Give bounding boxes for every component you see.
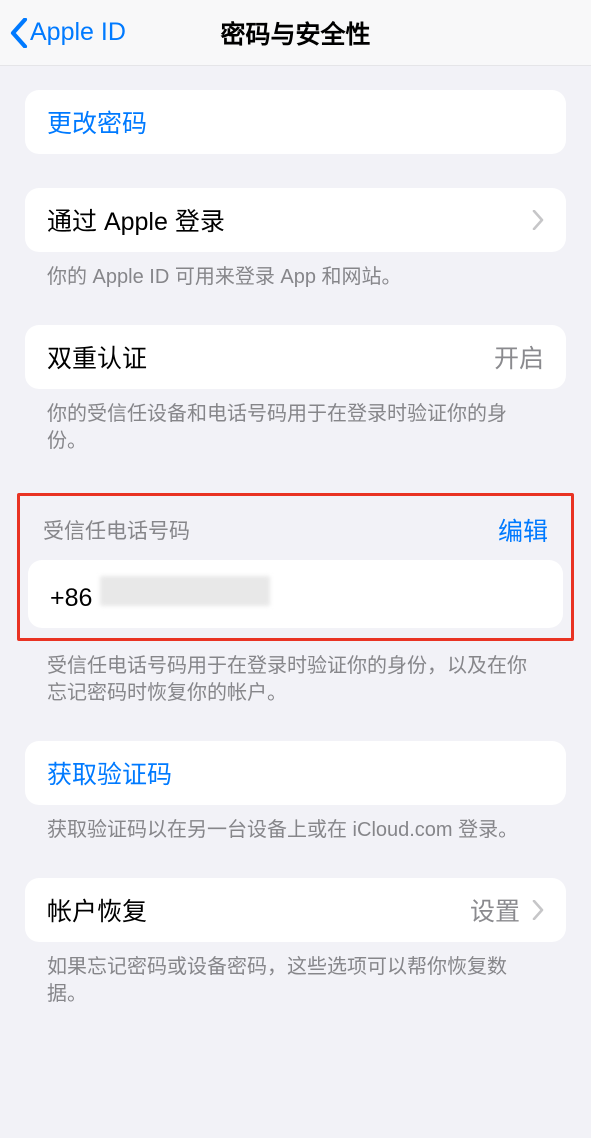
- trusted-phone-row[interactable]: +86: [28, 560, 563, 628]
- trusted-phone-header: 受信任电话号码: [43, 515, 190, 545]
- page-title: 密码与安全性: [220, 15, 370, 51]
- trusted-phone-prefix: +86: [50, 584, 92, 613]
- sign-in-with-apple-row[interactable]: 通过 Apple 登录: [25, 188, 566, 252]
- highlight-annotation: 受信任电话号码 编辑 +86: [17, 493, 574, 641]
- trusted-phone-edit-button[interactable]: 编辑: [498, 512, 548, 548]
- two-factor-status: 开启: [494, 339, 544, 375]
- change-password-label: 更改密码: [47, 104, 147, 140]
- chevron-right-icon: [532, 210, 544, 230]
- account-recovery-row[interactable]: 帐户恢复 设置: [25, 878, 566, 942]
- two-factor-row[interactable]: 双重认证 开启: [25, 325, 566, 389]
- chevron-left-icon: [10, 18, 28, 48]
- trusted-phone-redacted: [100, 576, 270, 606]
- sign-in-with-apple-footer: 你的 Apple ID 可用来登录 App 和网站。: [25, 252, 566, 291]
- sign-in-with-apple-label: 通过 Apple 登录: [47, 202, 225, 238]
- chevron-right-icon: [532, 900, 544, 920]
- get-verification-code-row[interactable]: 获取验证码: [25, 741, 566, 805]
- get-verification-code-label: 获取验证码: [47, 755, 172, 791]
- trusted-phone-footer: 受信任电话号码用于在登录时验证你的身份，以及在你忘记密码时恢复你的帐户。: [25, 641, 566, 707]
- change-password-row[interactable]: 更改密码: [25, 90, 566, 154]
- back-label: Apple ID: [30, 18, 126, 47]
- navigation-bar: Apple ID 密码与安全性: [0, 0, 591, 66]
- back-button[interactable]: Apple ID: [10, 18, 126, 48]
- account-recovery-label: 帐户恢复: [47, 892, 147, 928]
- account-recovery-detail: 设置: [470, 892, 520, 928]
- get-verification-code-footer: 获取验证码以在另一台设备上或在 iCloud.com 登录。: [25, 805, 566, 844]
- account-recovery-footer: 如果忘记密码或设备密码，这些选项可以帮你恢复数据。: [25, 942, 566, 1008]
- two-factor-label: 双重认证: [47, 339, 147, 375]
- two-factor-footer: 你的受信任设备和电话号码用于在登录时验证你的身份。: [25, 389, 566, 455]
